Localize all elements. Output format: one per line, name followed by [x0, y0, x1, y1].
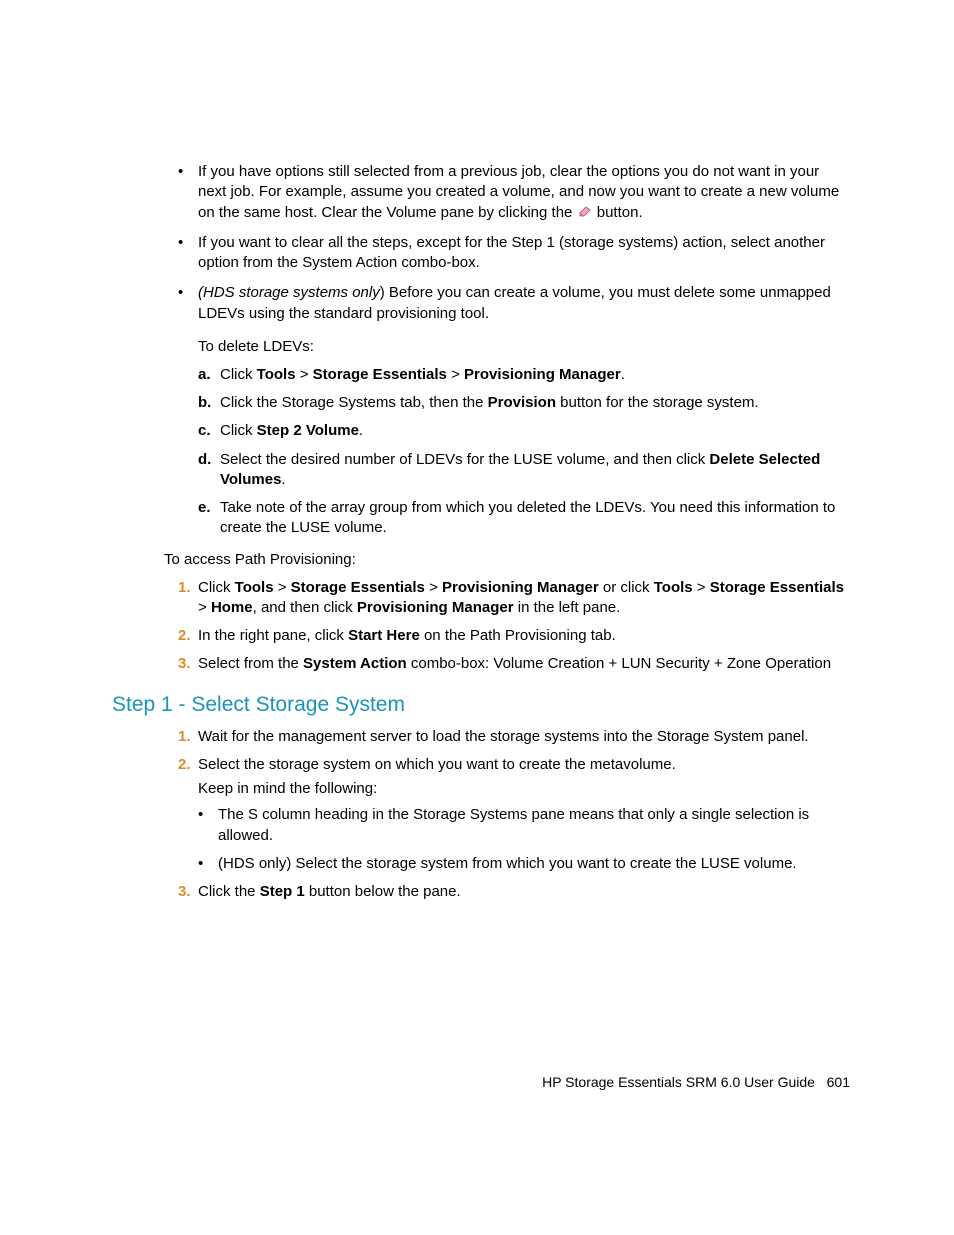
bullet-text: button. — [597, 204, 643, 221]
bullet-item: If you want to clear all the steps, exce… — [178, 233, 850, 274]
marker: d. — [198, 450, 211, 470]
numbered-step-1: 1. Wait for the management server to loa… — [178, 727, 850, 747]
ldev-intro: To delete LDEVs: — [198, 336, 850, 357]
access-numbered-list: 1. Click Tools > Storage Essentials > Pr… — [178, 578, 850, 675]
sub-bullet-item: (HDS only) Select the storage system fro… — [198, 854, 850, 874]
lettered-step-c: c. Click Step 2 Volume. — [198, 421, 850, 441]
numbered-step-1: 1. Click Tools > Storage Essentials > Pr… — [178, 578, 850, 619]
step-text: Select the storage system on which you w… — [198, 756, 676, 773]
bold: Provision — [488, 394, 556, 411]
step-text: on the Path Provisioning tab. — [420, 627, 616, 644]
marker: b. — [198, 393, 211, 413]
numbered-step-3: 3. Select from the System Action combo-b… — [178, 654, 850, 674]
bullet-prefix-italic: (HDS storage systems only — [198, 284, 380, 301]
step-text: Click the Storage Systems tab, then the — [220, 394, 488, 411]
bold: Start Here — [348, 627, 420, 644]
page-footer: HP Storage Essentials SRM 6.0 User Guide… — [542, 1074, 850, 1090]
bold: Storage Essentials — [291, 579, 425, 596]
bold: Step 2 Volume — [257, 422, 359, 439]
lettered-step-e: e. Take note of the array group from whi… — [198, 498, 850, 539]
bold: Provisioning Manager — [464, 366, 621, 383]
step-text: . — [281, 471, 285, 488]
marker: a. — [198, 365, 211, 385]
step-text: in the left pane. — [514, 599, 621, 616]
number-marker: 1. — [178, 727, 191, 747]
eraser-icon — [577, 203, 593, 223]
number-marker: 1. — [178, 578, 191, 598]
access-intro: To access Path Provisioning: — [164, 549, 850, 570]
number-marker: 2. — [178, 626, 191, 646]
sub-bullets: The S column heading in the Storage Syst… — [198, 805, 850, 874]
bullet-text: If you want to clear all the steps, exce… — [198, 234, 825, 271]
section-heading: Step 1 - Select Storage System — [112, 693, 850, 717]
step-text: > — [198, 599, 211, 616]
step-text: or click — [599, 579, 654, 596]
step-text: Take note of the array group from which … — [220, 499, 835, 536]
lettered-step-d: d. Select the desired number of LDEVs fo… — [198, 450, 850, 491]
bold: Step 1 — [260, 883, 305, 900]
number-marker: 2. — [178, 755, 191, 775]
marker: c. — [198, 421, 211, 441]
step-text: Click the — [198, 883, 260, 900]
step-text: button for the storage system. — [556, 394, 759, 411]
bold: Tools — [235, 579, 274, 596]
step-text: > — [296, 366, 313, 383]
bold: Home — [211, 599, 253, 616]
step-text: , and then click — [253, 599, 357, 616]
lettered-step-b: b. Click the Storage Systems tab, then t… — [198, 393, 850, 413]
numbered-step-2: 2. Select the storage system on which yo… — [178, 755, 850, 874]
sub-bullet-item: The S column heading in the Storage Syst… — [198, 805, 850, 846]
bullet-item: If you have options still selected from … — [178, 162, 850, 223]
number-marker: 3. — [178, 882, 191, 902]
step-text: Click — [198, 579, 235, 596]
bold: Storage Essentials — [313, 366, 447, 383]
footer-title: HP Storage Essentials SRM 6.0 User Guide — [542, 1074, 815, 1090]
bullet-item: (HDS storage systems only) Before you ca… — [178, 283, 850, 538]
step-text: > — [693, 579, 710, 596]
bullet-text: The S column heading in the Storage Syst… — [218, 806, 809, 843]
step-text: > — [447, 366, 464, 383]
number-marker: 3. — [178, 654, 191, 674]
bold: System Action — [303, 655, 407, 672]
ldev-sub-block: To delete LDEVs: a. Click Tools > Storag… — [198, 336, 850, 539]
step-text: Click — [220, 422, 257, 439]
numbered-step-3: 3. Click the Step 1 button below the pan… — [178, 882, 850, 902]
step-text: Select the desired number of LDEVs for t… — [220, 451, 709, 468]
step-text: Keep in mind the following: — [198, 779, 850, 799]
bold: Provisioning Manager — [357, 599, 514, 616]
bold: Tools — [654, 579, 693, 596]
bullet-text: If you have options still selected from … — [198, 163, 839, 221]
lettered-step-a: a. Click Tools > Storage Essentials > Pr… — [198, 365, 850, 385]
step-text: button below the pane. — [305, 883, 461, 900]
step-text: > — [425, 579, 442, 596]
bold: Provisioning Manager — [442, 579, 599, 596]
top-bullet-list: If you have options still selected from … — [178, 162, 850, 539]
marker: e. — [198, 498, 211, 518]
footer-page-number: 601 — [827, 1074, 850, 1090]
step-text: Select from the — [198, 655, 303, 672]
bold: Tools — [257, 366, 296, 383]
step-text: combo-box: Volume Creation + LUN Securit… — [407, 655, 831, 672]
section-numbered-list: 1. Wait for the management server to loa… — [178, 727, 850, 903]
bullet-text: (HDS only) Select the storage system fro… — [218, 855, 797, 872]
step-text: In the right pane, click — [198, 627, 348, 644]
numbered-step-2: 2. In the right pane, click Start Here o… — [178, 626, 850, 646]
step-text: > — [274, 579, 291, 596]
step-text: . — [359, 422, 363, 439]
step-text: . — [621, 366, 625, 383]
step-text: Click — [220, 366, 257, 383]
step-text: Wait for the management server to load t… — [198, 728, 809, 745]
bold: Storage Essentials — [710, 579, 844, 596]
